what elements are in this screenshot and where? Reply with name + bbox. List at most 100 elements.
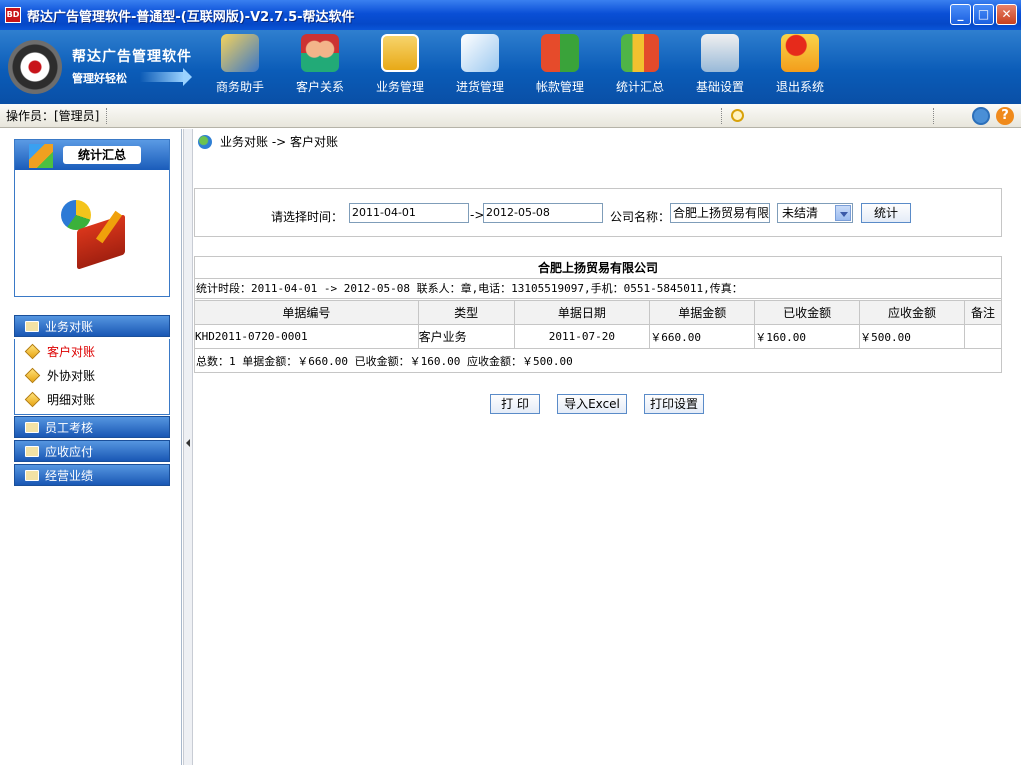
sidebar-group-receivables-payables[interactable]: 应收应付 xyxy=(14,440,170,462)
operator-label: 操作员：[管理员] xyxy=(6,109,100,123)
export-excel-button[interactable]: 导入Excel xyxy=(557,394,627,414)
sidebar-group-performance[interactable]: 经营业绩 xyxy=(14,464,170,486)
main-content: 业务对账 -> 客户对账 请选择时间： 2011-04-01 -> 2012-0… xyxy=(194,129,1021,765)
folder-icon xyxy=(25,469,39,481)
item-label: 客户对账 xyxy=(47,344,96,359)
nav-label: 商务助手 xyxy=(215,80,264,94)
filter-panel: 请选择时间： 2011-04-01 -> 2012-05-08 公司名称： 合肥… xyxy=(194,188,1002,237)
group-label: 经营业绩 xyxy=(45,468,94,483)
nav-label: 客户关系 xyxy=(295,80,344,94)
sidebar-item-outsource-reconciliation[interactable]: 外协对账 xyxy=(15,363,169,387)
sidebar-item-detail-reconciliation[interactable]: 明细对账 xyxy=(15,387,169,411)
title-bar: BD 帮达广告管理软件-普通型-(互联网版)-V2.7.5-帮达软件 _ □ ✕ xyxy=(0,0,1021,30)
print-setup-button[interactable]: 打印设置 xyxy=(644,394,704,414)
company-input[interactable]: 合肥上扬贸易有限 xyxy=(670,203,770,223)
table-header-row: 单据编号 类型 单据日期 单据金额 已收金额 应收金额 备注 xyxy=(194,300,1003,325)
report-period-line: 统计时段：2011-04-01 -> 2012-05-08 联系人：章,电话：1… xyxy=(195,279,1001,299)
cell-amount: ￥660.00 xyxy=(649,324,756,349)
sidebar-item-customer-reconciliation[interactable]: 客户对账 xyxy=(15,339,169,363)
logo-name: 帮达广告管理软件 xyxy=(72,49,192,65)
app-logo-icon: BD xyxy=(5,7,21,23)
nav-accounts[interactable]: 帐款管理 xyxy=(522,34,598,95)
sidebar: 统计汇总 业务对账 客户对账 外协对账 明细对账 员工考核 应收应付 经营业绩 xyxy=(0,129,182,765)
separator xyxy=(721,108,722,124)
company-label: 公司名称： xyxy=(610,210,671,224)
print-button[interactable]: 打 印 xyxy=(490,394,540,414)
item-label: 明细对账 xyxy=(47,392,96,407)
close-button[interactable]: ✕ xyxy=(996,4,1017,25)
globe-icon xyxy=(198,134,212,149)
col-header: 备注 xyxy=(963,300,1003,325)
user-icon[interactable] xyxy=(972,107,990,125)
clipboard-icon xyxy=(381,34,419,72)
separator xyxy=(933,108,934,124)
separator xyxy=(106,108,107,124)
col-header: 单据编号 xyxy=(194,300,419,325)
reconciliation-submenu: 客户对账 外协对账 明细对账 xyxy=(14,339,170,415)
nav-customers[interactable]: 客户关系 xyxy=(282,34,358,95)
settings-icon xyxy=(701,34,739,72)
logo-slogan: 管理好轻松 xyxy=(72,72,127,85)
breadcrumb: 业务对账 -> 客户对账 xyxy=(198,133,338,150)
cell-date: 2011-07-20 xyxy=(513,324,651,349)
window-title: 帮达广告管理软件-普通型-(互联网版)-V2.7.5-帮达软件 xyxy=(27,9,355,25)
help-icon[interactable]: ? xyxy=(996,107,1014,125)
cubes-icon xyxy=(29,144,53,168)
reconciliation-report: 合肥上扬贸易有限公司 统计时段：2011-04-01 -> 2012-05-08… xyxy=(194,256,1003,373)
report-table: 单据编号 类型 单据日期 单据金额 已收金额 应收金额 备注 KHD2011-0… xyxy=(194,300,1003,349)
sidebar-group-reconciliation[interactable]: 业务对账 xyxy=(14,315,170,337)
nav-business[interactable]: 业务管理 xyxy=(362,34,438,95)
group-label: 应收应付 xyxy=(45,444,94,459)
statistics-panel: 统计汇总 xyxy=(14,139,170,297)
col-header: 应收金额 xyxy=(859,300,965,325)
cell-remark xyxy=(963,324,1003,349)
panel-header: 统计汇总 xyxy=(15,140,169,170)
cell-doc-no: KHD2011-0720-0001 xyxy=(194,324,419,349)
customers-icon xyxy=(301,34,339,72)
arrow-icon xyxy=(140,68,192,86)
chart-icon xyxy=(621,34,659,72)
nav-statistics[interactable]: 统计汇总 xyxy=(602,34,678,95)
status-select[interactable]: 未结清 xyxy=(777,203,853,223)
nav-label: 进货管理 xyxy=(455,80,504,94)
minimize-button[interactable]: _ xyxy=(950,4,971,25)
edit-icon xyxy=(461,34,499,72)
cube-icon xyxy=(24,367,41,383)
time-label: 请选择时间： xyxy=(271,210,344,224)
nav-exit[interactable]: 退出系统 xyxy=(762,34,838,95)
group-label: 业务对账 xyxy=(45,319,94,334)
folder-icon xyxy=(25,445,39,457)
status-bar: 操作员：[管理员] ? xyxy=(0,104,1021,128)
cube-icon xyxy=(24,391,41,407)
group-label: 员工考核 xyxy=(45,420,94,435)
stat-button[interactable]: 统计 xyxy=(861,203,911,223)
sidebar-group-staff-evaluation[interactable]: 员工考核 xyxy=(14,416,170,438)
collapse-arrow-icon[interactable] xyxy=(186,439,190,447)
nav-settings[interactable]: 基础设置 xyxy=(682,34,758,95)
table-row[interactable]: KHD2011-0720-0001 客户业务 2011-07-20 ￥660.0… xyxy=(194,324,1003,349)
statistics-book-icon xyxy=(55,200,131,270)
folder-icon xyxy=(25,320,39,332)
status-select-value: 未结清 xyxy=(782,206,819,220)
col-header: 已收金额 xyxy=(754,300,861,325)
gear-logo-icon xyxy=(8,40,62,94)
panel-splitter[interactable] xyxy=(183,129,193,765)
maximize-button[interactable]: □ xyxy=(973,4,994,25)
main-banner: 帮达广告管理软件 管理好轻松 商务助手 客户关系 业务管理 进货管理 帐款管理 … xyxy=(0,30,1021,104)
nav-label: 帐款管理 xyxy=(535,80,584,94)
date-to-input[interactable]: 2012-05-08 xyxy=(483,203,603,223)
date-from-input[interactable]: 2011-04-01 xyxy=(349,203,469,223)
nav-label: 基础设置 xyxy=(695,80,744,94)
report-company-title: 合肥上扬贸易有限公司 xyxy=(195,257,1001,279)
folder-icon xyxy=(25,421,39,433)
cube-icon xyxy=(24,343,41,359)
nav-assistant[interactable]: 商务助手 xyxy=(202,34,278,95)
clock-icon xyxy=(731,109,744,122)
nav-label: 退出系统 xyxy=(775,80,824,94)
panel-title: 统计汇总 xyxy=(63,146,141,164)
nav-purchase[interactable]: 进货管理 xyxy=(442,34,518,95)
cell-receivable: ￥500.00 xyxy=(859,324,965,349)
assistant-icon xyxy=(221,34,259,72)
chevron-down-icon xyxy=(835,205,851,221)
item-label: 外协对账 xyxy=(47,368,96,383)
